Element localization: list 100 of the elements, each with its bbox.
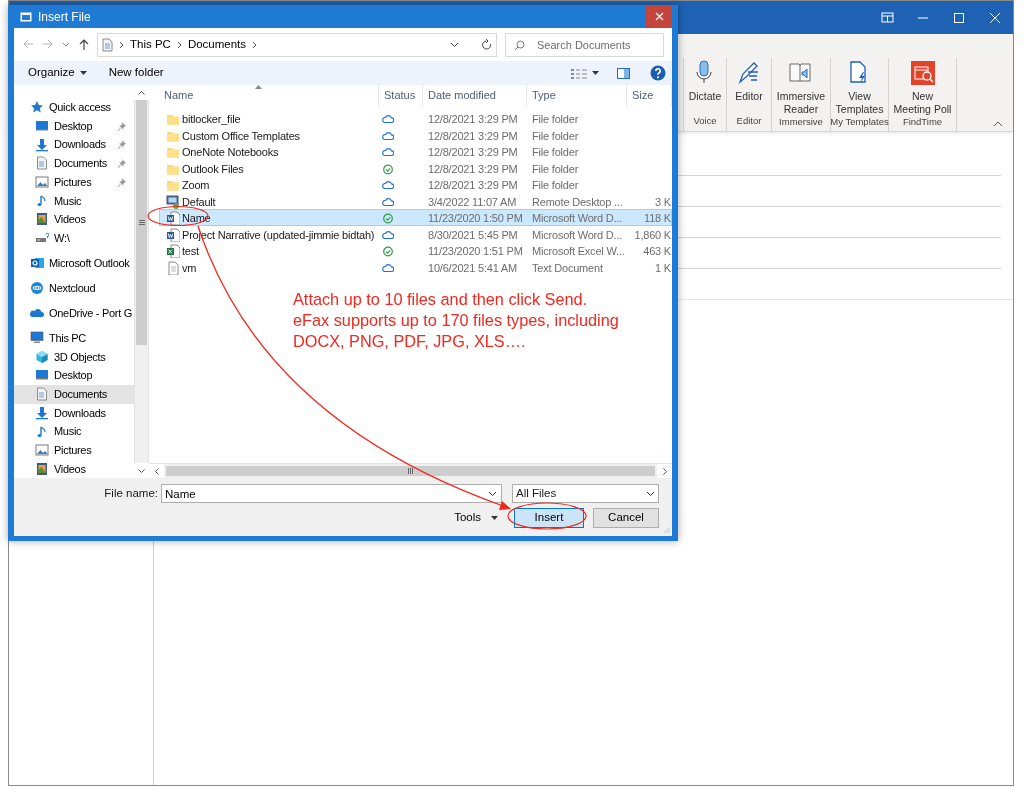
nav-item[interactable]: Desktop [14,366,134,385]
close-icon [988,11,1002,24]
nav-item[interactable]: Microsoft Outlook [14,253,134,273]
pin-icon [118,121,126,131]
refresh-icon [481,38,492,51]
type-cell-text: Remote Desktop ... [531,194,624,210]
nav-item[interactable]: OneDrive - Port G [14,303,134,323]
type-cell-text: File folder [531,145,580,160]
nav-item[interactable]: W:\ [14,228,134,248]
breadcrumb-link[interactable]: This PC [130,35,171,54]
group-label: Editor [735,114,763,128]
file-row[interactable]: Outlook Files 12/8/2021 3:29 PM File folder [159,159,672,176]
type-cell-text: Microsoft Excel W... [531,244,626,259]
organize-menu[interactable]: Organize [22,64,93,82]
search-icon [514,39,525,51]
chevron-left-icon [154,468,159,475]
nav-item[interactable]: This PC [14,328,134,348]
remote-desktop-icon [166,194,180,209]
film-icon [35,212,49,227]
desktop-icon [35,119,49,134]
breadcrumb-link[interactable]: Documents [187,35,247,54]
help-icon [650,65,666,81]
document-icon [35,156,49,171]
nav-item[interactable]: Pictures [14,440,134,460]
mail-app-icon [30,256,44,271]
file-name: OneNote Notebooks [182,145,279,160]
scrollbar[interactable] [134,85,149,478]
spreadsheet-icon [166,244,180,259]
column-header[interactable]: Type [527,85,627,106]
file-name: Custom Office Templates [182,128,300,144]
caret-down-icon [491,516,498,520]
close-button[interactable] [646,5,672,28]
document-icon [35,387,49,402]
scrollbar[interactable] [149,463,672,478]
refresh-button[interactable] [481,38,492,51]
caret-down-icon [79,71,87,75]
nav-item[interactable]: Pictures [14,172,134,192]
ribbon-button[interactable]: Dictate [685,58,725,114]
date-cell-text: 12/8/2021 3:29 PM [427,161,519,177]
column-header[interactable]: Status [379,85,423,106]
file-name: test [182,244,199,259]
scroll-thumb[interactable] [136,100,147,345]
chevron-down-icon [488,491,497,497]
cancel-button[interactable]: Cancel [593,508,659,528]
nav-item[interactable]: Quick access [14,98,134,117]
nav-item[interactable]: Music [14,191,134,211]
calendar-search-icon [909,60,936,86]
nav-item[interactable]: Videos [14,459,134,478]
nav-item[interactable]: Videos [14,210,134,229]
download-icon [35,137,49,152]
text-file-icon [166,260,180,275]
tools-menu[interactable]: Tools [454,509,498,527]
file-row[interactable]: vm 10/6/2021 5:41 AM Text Document 1 K [159,258,672,275]
field-label: File name: [104,485,158,501]
file-name: Default [182,194,216,210]
file-type-dropdown[interactable]: All Files [512,484,659,503]
file-row[interactable]: OneNote Notebooks 12/8/2021 3:29 PM File folder [159,143,672,160]
chevron-right-icon [176,40,182,49]
date-cell-text: 12/8/2021 3:29 PM [427,145,519,160]
type-cell-text: Microsoft Word D... [531,227,624,243]
scroll-thumb[interactable] [166,466,655,476]
type-cell-text: Text Document [531,260,604,276]
cube-icon [35,349,49,364]
chevron-right-icon [662,468,667,475]
nav-item[interactable]: Documents [14,154,134,173]
column-header[interactable]: Name [159,85,379,106]
ribbon-button[interactable]: Editor [732,58,766,114]
column-header[interactable]: Date modified [423,85,527,106]
chevron-down-icon [646,490,655,497]
pin-icon [118,159,126,169]
folder-icon [166,178,180,193]
maximize-icon [952,11,966,24]
chevron-down-icon [450,41,459,48]
document-icon [102,37,113,52]
date-cell-text: 12/8/2021 3:29 PM [427,112,519,127]
column-header[interactable]: Size [627,85,672,106]
ribbon-button[interactable]: Immersive Reader [773,58,829,115]
date-cell-text: 8/30/2021 5:45 PM [427,227,519,243]
ribbon-button[interactable]: View Templates [832,58,887,115]
file-row[interactable]: Zoom 12/8/2021 3:29 PM File folder [159,176,672,193]
nav-item[interactable]: Downloads [14,135,134,155]
ribbon-button[interactable]: New Meeting Poll [890,58,955,115]
nav-item[interactable]: Desktop [14,116,134,136]
nav-item[interactable]: Documents [14,384,134,404]
file-row[interactable]: bitlocker_file 12/8/2021 3:29 PM File folder [159,110,672,127]
nav-item[interactable]: Downloads [14,403,134,423]
file-row[interactable]: Custom Office Templates 12/8/2021 3:29 PM File folder [159,126,672,143]
file-name-field[interactable]: Name [161,484,502,503]
word-document-icon [166,211,180,226]
nav-item[interactable]: Music [14,422,134,441]
file-row[interactable]: test 11/23/2020 1:51 PM Microsoft Excel W... 463 K [159,242,672,259]
nav-item[interactable]: 3D Objects [14,347,134,367]
nav-item[interactable]: Nextcloud [14,278,134,298]
folder-icon [166,145,180,160]
grip-icon [408,468,413,474]
insert-button[interactable]: Insert [514,508,584,528]
search-field[interactable]: Search Documents [505,32,664,57]
new-folder-button[interactable]: New folder [102,64,170,82]
address-bar[interactable]: This PC Documents [97,32,497,57]
file-row[interactable]: Default 3/4/2022 11:07 AM Remote Desktop ... 3 K [159,192,672,209]
